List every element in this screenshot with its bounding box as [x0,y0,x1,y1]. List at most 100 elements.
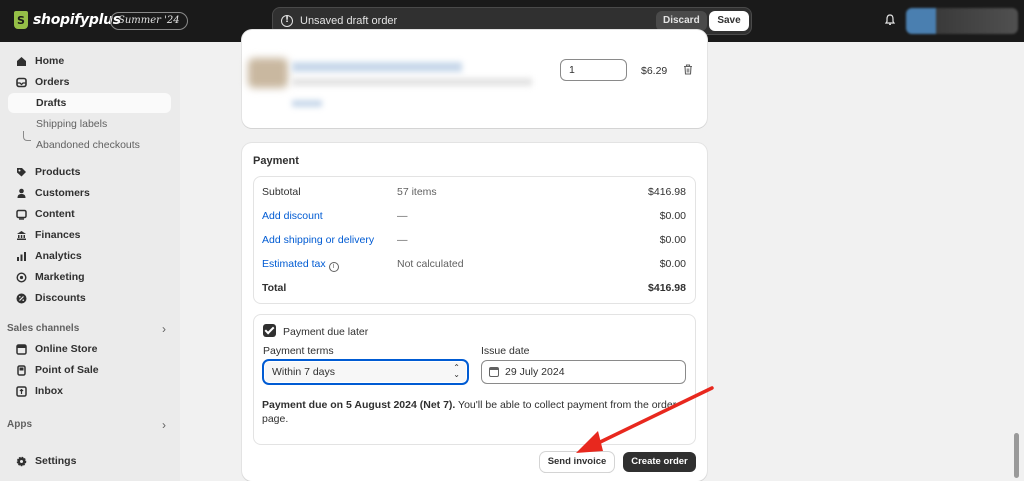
sidebar-item-products[interactable]: Products [8,162,171,182]
sidebar-item-discounts[interactable]: Discounts [8,288,171,308]
sidebar-item-content[interactable]: Content [8,204,171,224]
line-item-price: $6.29 [641,65,668,77]
target-icon [16,271,27,283]
info-icon[interactable]: i [328,262,339,272]
row-label: Subtotal [262,186,301,198]
product-link-redacted[interactable] [292,100,322,107]
row-amount: $416.98 [648,282,686,294]
sidebar-item-label: Inbox [35,385,63,397]
alert-icon [281,15,293,27]
summary-row-shipping: Add shipping or delivery — $0.00 [262,234,686,248]
sidebar-item-orders[interactable]: Orders [8,72,171,92]
product-title-redacted[interactable] [292,62,462,72]
sidebar-item-drafts[interactable]: Drafts [8,93,171,113]
payment-due-later-label[interactable]: Payment due later [283,326,368,338]
sidebar-item-abandoned-checkouts[interactable]: Abandoned checkouts [8,135,171,155]
pos-icon [17,364,26,376]
sidebar-item-shipping-labels[interactable]: Shipping labels [8,114,171,134]
product-thumbnail [248,58,288,88]
issue-date-input[interactable]: 29 July 2024 [481,360,686,384]
quantity-input[interactable]: 1 [560,59,627,81]
sidebar-item-label: Discounts [35,292,86,304]
row-amount: $0.00 [659,258,686,270]
estimated-tax-link[interactable]: Estimated tax [262,258,326,270]
product-variant-redacted [292,78,532,86]
sidebar-item-analytics[interactable]: Analytics [8,246,171,266]
apps-heading[interactable]: Apps [7,419,32,430]
logo-text: shopifyplus [33,12,121,28]
send-invoice-button[interactable]: Send invoice [540,452,614,472]
due-date-summary: Payment due on 5 August 2024 (Net 7). [262,399,456,411]
payment-due-note: Payment due on 5 August 2024 (Net 7). Yo… [262,398,682,426]
row-label: Total [262,282,287,294]
sidebar-item-label: Point of Sale [35,364,99,376]
person-icon [17,188,26,198]
notifications-bell-icon[interactable] [884,14,896,26]
discount-icon [16,293,27,303]
sidebar: Home Orders Drafts Shipping labels Aband… [0,42,180,481]
sidebar-item-label: Finances [35,229,81,241]
row-amount: $0.00 [659,210,686,222]
inbox-icon [16,385,27,397]
chevron-right-icon[interactable]: › [162,418,166,432]
row-detail: — [397,210,408,222]
add-shipping-link[interactable]: Add shipping or delivery [262,234,374,246]
sidebar-item-online-store[interactable]: Online Store [8,339,171,359]
shopify-logo[interactable]: shopifyplus [14,11,121,29]
estimated-tax-label[interactable]: Estimated tax i [262,258,339,272]
row-detail: — [397,234,408,246]
select-arrows-icon: ⌃ ⌄ [453,363,460,379]
add-discount-link[interactable]: Add discount [262,210,323,222]
summary-row-subtotal: Subtotal 57 items $416.98 [262,186,686,200]
trash-icon[interactable] [683,64,693,75]
sidebar-item-settings[interactable]: Settings [8,451,171,471]
row-detail: Not calculated [397,258,464,270]
sales-channels-heading[interactable]: Sales channels [7,323,79,334]
sidebar-item-label: Content [35,208,75,220]
sidebar-item-home[interactable]: Home [8,51,171,71]
account-menu[interactable] [906,8,1018,34]
sidebar-item-label: Orders [35,76,70,88]
sidebar-item-label: Analytics [35,250,82,262]
create-order-button[interactable]: Create order [623,452,696,472]
sidebar-item-label: Marketing [35,271,85,283]
payment-terms-value: Within 7 days [272,366,336,378]
row-detail: 57 items [397,186,437,198]
sidebar-item-customers[interactable]: Customers [8,183,171,203]
sidebar-item-finances[interactable]: Finances [8,225,171,245]
sidebar-item-label: Abandoned checkouts [36,139,140,151]
sidebar-item-label: Settings [35,455,77,467]
sidebar-item-point-of-sale[interactable]: Point of Sale [8,360,171,380]
row-amount: $416.98 [648,186,686,198]
page-scrollbar[interactable] [1014,433,1019,478]
payment-title: Payment [253,155,299,167]
sidebar-item-label: Products [35,166,81,178]
save-button[interactable]: Save [709,11,749,31]
edition-badge[interactable]: Summer '24 [110,12,188,30]
sidebar-item-marketing[interactable]: Marketing [8,267,171,287]
sidebar-item-label: Online Store [35,343,98,355]
sidebar-item-inbox[interactable]: Inbox [8,381,171,401]
chart-icon [17,251,26,261]
discard-button[interactable]: Discard [656,11,707,31]
summary-row-tax: Estimated tax i Not calculated $0.00 [262,258,686,272]
payment-due-later-checkbox[interactable] [263,324,276,337]
row-amount: $0.00 [659,234,686,246]
unsaved-message: Unsaved draft order [300,15,398,27]
bank-icon [17,230,26,240]
payment-terms-select[interactable]: Within 7 days ⌃ ⌄ [262,359,469,385]
sidebar-item-label: Customers [35,187,90,199]
gear-icon [16,456,27,466]
tag-icon [17,167,26,176]
chevron-right-icon[interactable]: › [162,322,166,336]
content-icon [16,209,27,220]
sidebar-item-label: Shipping labels [36,118,108,130]
summary-row-total: Total $416.98 [262,282,686,296]
issue-date-label: Issue date [481,345,530,357]
shopify-bag-icon [14,11,28,29]
summary-row-discount: Add discount — $0.00 [262,210,686,224]
sidebar-item-label: Home [35,55,65,67]
orders-icon [16,77,27,87]
home-icon [17,56,26,66]
store-icon [16,343,27,355]
